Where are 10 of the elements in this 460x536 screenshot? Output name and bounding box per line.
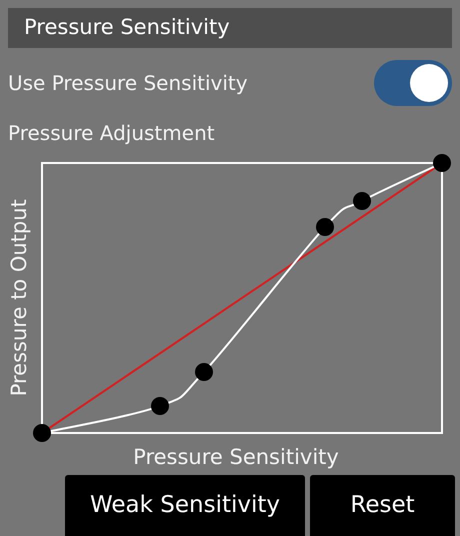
control-point[interactable] [195, 363, 213, 381]
header-bar: Pressure Sensitivity [8, 8, 452, 48]
y-axis-label: Pressure to Output [6, 199, 32, 397]
action-button[interactable]: Weak Sensitivity [65, 475, 305, 536]
control-point[interactable] [316, 218, 334, 236]
toggle-label: Use Pressure Sensitivity [8, 70, 248, 97]
toggle-switch[interactable] [374, 60, 452, 106]
action-button[interactable]: Reset [310, 475, 455, 536]
section-label: Pressure Adjustment [8, 120, 215, 147]
x-axis-label: Pressure Sensitivity [133, 444, 339, 472]
